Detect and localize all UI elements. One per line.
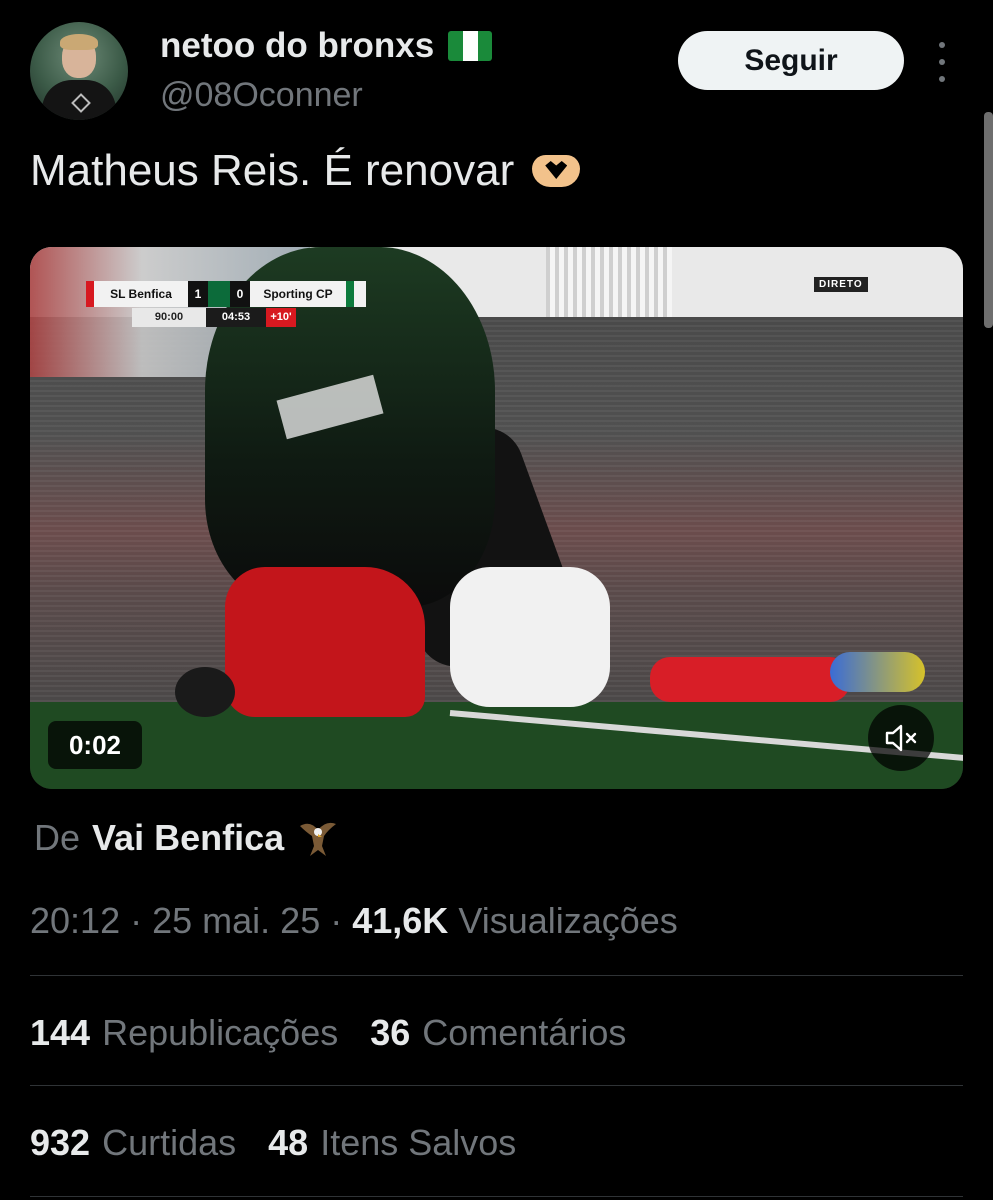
- home-score: 1: [188, 281, 208, 307]
- source-prefix: De: [34, 817, 81, 858]
- comments-label: Comentários: [422, 1012, 627, 1053]
- views-count: 41,6K: [352, 900, 449, 941]
- likes-stat[interactable]: 932 Curtidas: [30, 1122, 236, 1164]
- scrollbar-thumb[interactable]: [984, 112, 993, 328]
- saves-label: Itens Salvos: [320, 1122, 517, 1163]
- likes-label: Curtidas: [102, 1122, 237, 1163]
- author-handle[interactable]: @08Oconner: [160, 76, 363, 115]
- scorebug-score-row: SL Benfica 1 0 Sporting CP: [86, 281, 366, 307]
- mute-button[interactable]: [868, 705, 934, 771]
- nigeria-flag-icon: [448, 31, 493, 61]
- divider: [30, 975, 963, 976]
- comments-stat[interactable]: 36 Comentários: [370, 1012, 626, 1054]
- source-account-link[interactable]: Vai Benfica: [92, 817, 284, 859]
- added-time: +10': [266, 308, 296, 327]
- avatar[interactable]: [30, 22, 128, 120]
- views-label: Visualizações: [458, 900, 678, 941]
- divider: [30, 1085, 963, 1086]
- avatar-shirt: [42, 80, 116, 120]
- stats-row-2: 932 Curtidas 48 Itens Salvos: [30, 1122, 516, 1164]
- match-clock: 90:00: [132, 308, 206, 327]
- divider: [30, 1196, 963, 1197]
- follow-button[interactable]: Seguir: [678, 31, 904, 90]
- home-color-bar: [86, 281, 94, 307]
- video-stadium-gate: [546, 247, 672, 317]
- video-player-red: [225, 567, 425, 717]
- tweet-text-row: Matheus Reis. É renovar: [30, 146, 584, 196]
- home-team: SL Benfica: [110, 287, 172, 301]
- saves-count: 48: [268, 1122, 309, 1163]
- away-score: 0: [230, 281, 250, 307]
- reposts-stat[interactable]: 144 Republicações: [30, 1012, 338, 1054]
- stats-row-1: 144 Republicações 36 Comentários: [30, 1012, 626, 1054]
- tweet-page: { "author": { "name": "netoo do bronxs",…: [0, 0, 993, 1200]
- volume-muted-icon: [885, 724, 917, 752]
- tweet-date[interactable]: 25 mai. 25: [152, 900, 320, 941]
- video-source-attribution: De Vai Benfica: [34, 816, 340, 860]
- video-player[interactable]: SL Benfica 1 0 Sporting CP 90:00 04:53 +…: [30, 247, 963, 789]
- scorebug-time-row: 90:00 04:53 +10': [132, 308, 296, 327]
- likes-count: 932: [30, 1122, 91, 1163]
- saves-stat[interactable]: 48 Itens Salvos: [268, 1122, 516, 1164]
- scorebug: SL Benfica 1 0 Sporting CP 90:00 04:53 +…: [86, 281, 366, 329]
- comments-count: 36: [370, 1012, 411, 1053]
- meta-separator: ·: [130, 900, 153, 941]
- away-color-bar: [346, 281, 354, 307]
- live-badge: DIRETO: [814, 277, 868, 292]
- more-options-icon[interactable]: [930, 42, 954, 82]
- extra-clock: 04:53: [206, 308, 266, 327]
- author-name-row[interactable]: netoo do bronxs: [160, 26, 493, 66]
- video-player-boot: [830, 652, 925, 692]
- tweet-time[interactable]: 20:12: [30, 900, 120, 941]
- eagle-icon: [300, 822, 337, 856]
- video-player-shorts: [450, 567, 610, 707]
- video-player-sock: [650, 657, 850, 702]
- reposts-count: 144: [30, 1012, 91, 1053]
- heart-hands-icon: [528, 149, 584, 193]
- video-timestamp: 0:02: [48, 721, 142, 769]
- broadcaster-logo-icon: [208, 281, 230, 307]
- reposts-label: Republicações: [102, 1012, 339, 1053]
- tweet-meta: 20:12 · 25 mai. 25 · 41,6K Visualizações: [30, 900, 678, 942]
- away-team: Sporting CP: [263, 287, 333, 301]
- author-name[interactable]: netoo do bronxs: [160, 26, 434, 66]
- video-player-head: [175, 667, 235, 717]
- avatar-hair: [60, 34, 98, 50]
- meta-separator: ·: [330, 900, 353, 941]
- tweet-text: Matheus Reis. É renovar: [30, 146, 515, 195]
